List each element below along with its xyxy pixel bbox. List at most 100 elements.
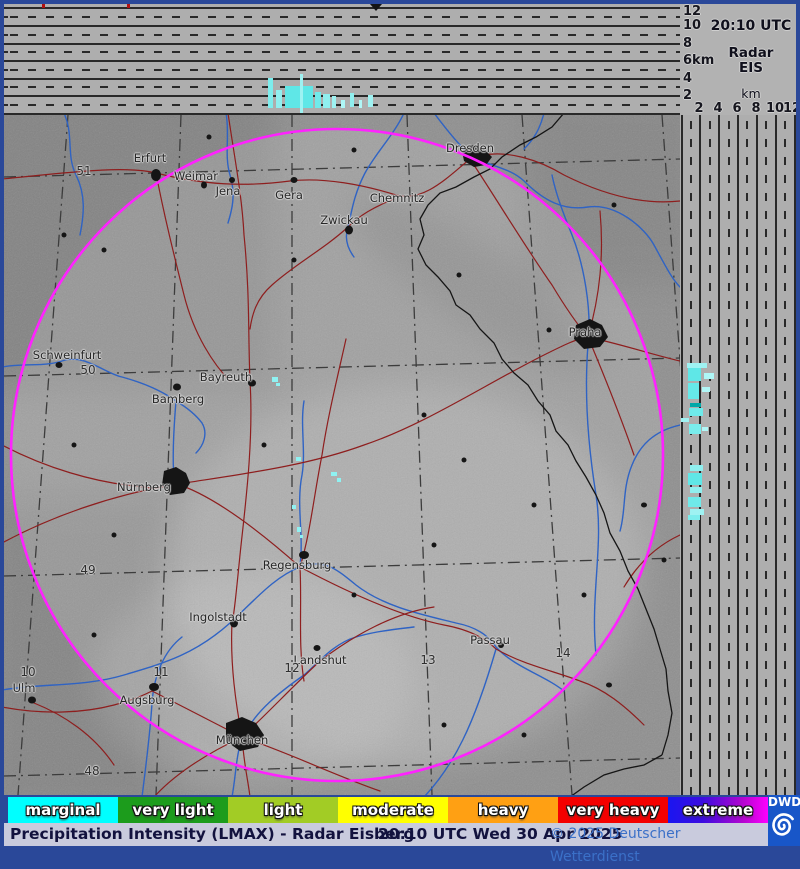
precip-echo [702, 387, 710, 392]
city-label: Bamberg [152, 392, 204, 406]
height-gridline [4, 60, 680, 62]
height-gridline-dashed [728, 115, 730, 795]
longitude-label: 14 [555, 646, 570, 660]
city-label: Erfurt [134, 151, 167, 165]
precip-echo [300, 535, 303, 538]
distance-axis-tick: 6 [732, 101, 741, 115]
height-gridline [756, 115, 758, 795]
longitude-label: 11 [153, 665, 168, 679]
distance-axis-tick: 2 [694, 101, 703, 115]
precip-echo [323, 94, 330, 108]
city-label: Gera [275, 188, 303, 202]
height-gridline-dashed [4, 69, 680, 71]
city-label: Landshut [293, 653, 346, 667]
height-gridline [4, 43, 680, 45]
city-label: Zwickau [320, 213, 368, 227]
city-label: Praha [569, 325, 602, 339]
precip-echo [285, 86, 313, 108]
legend-label: extreme [683, 801, 753, 819]
distance-axis-tick: 12 [783, 101, 796, 115]
radar-display-window: 12 10 8 6km 4 2 20:10 UTC Radar EIS km 2… [0, 0, 800, 850]
legend-label: light [264, 801, 303, 819]
precip-echo [681, 418, 689, 422]
distance-axis-tick: 10 [766, 101, 784, 115]
precip-echo [268, 78, 273, 108]
latitude-label: 50 [80, 363, 95, 377]
height-gridline [737, 115, 739, 795]
legend-label: moderate [352, 801, 434, 819]
precip-echo [332, 96, 336, 108]
legend-item-extreme: extreme [668, 797, 768, 823]
legend-item-very-light: very light [118, 797, 228, 823]
city-label: Dresden [446, 141, 494, 155]
precip-echo [292, 505, 296, 509]
precip-echo [341, 100, 345, 108]
info-box: 12 10 8 6km 4 2 20:10 UTC Radar EIS km 2… [680, 4, 796, 115]
precip-echo [300, 74, 303, 113]
precip-echo [690, 403, 701, 407]
legend-item-moderate: moderate [338, 797, 448, 823]
legend-item-light: light [228, 797, 338, 823]
height-gridline [699, 115, 701, 795]
dwd-logo: DWD [768, 795, 800, 846]
height-gridline-dashed [746, 115, 748, 795]
precip-echo [350, 93, 354, 107]
precip-echo [337, 478, 341, 482]
city-label: Chemnitz [370, 191, 425, 205]
axis-unit-label: km [708, 86, 794, 101]
road-edge-tick [42, 4, 45, 8]
radar-position-marker [370, 4, 382, 11]
city-label: Regensburg [263, 558, 332, 572]
latitude-label: 49 [80, 563, 95, 577]
precip-echo [272, 377, 278, 382]
height-gridline-dashed [690, 115, 692, 795]
precip-echo [297, 527, 301, 532]
legend-label: very heavy [567, 801, 660, 819]
legend-label: marginal [26, 801, 101, 819]
legend-item-heavy: heavy [448, 797, 558, 823]
status-bar: Precipitation Intensity (LMAX) - Radar E… [4, 823, 768, 846]
distance-axis-tick: 4 [713, 101, 722, 115]
longitude-label: 12 [284, 661, 299, 675]
city-label: Jena [216, 184, 241, 198]
radar-name-line1: Radar [708, 45, 794, 61]
road-edge-tick [127, 4, 130, 8]
city-label: München [216, 733, 268, 747]
precip-echo [359, 100, 362, 108]
precip-echo [688, 368, 701, 381]
city-label: Passau [470, 633, 510, 647]
height-gridline [4, 25, 680, 27]
height-gridline [718, 115, 720, 795]
precip-echo [688, 515, 700, 520]
radar-name-line2: EIS [708, 60, 794, 76]
timestamp-utc: 20:10 UTC [708, 18, 794, 34]
height-gridline [4, 7, 680, 9]
height-gridline [4, 78, 680, 80]
city-label: Bayreuth [200, 370, 252, 384]
latitude-label: 48 [84, 764, 99, 778]
precip-echo [688, 383, 699, 399]
precip-echo [689, 424, 701, 434]
height-gridline-dashed [709, 115, 711, 795]
vertical-profile-right-panel [680, 115, 796, 795]
height-gridline [681, 115, 683, 795]
vertical-profile-top-panel [4, 4, 680, 115]
city-label: Augsburg [120, 693, 175, 707]
precip-echo [276, 383, 280, 386]
height-gridline-dashed [4, 86, 680, 88]
map-area: Erfurt Weimar Jena Gera Chemnitz Zwickau… [4, 115, 680, 795]
latitude-label: 51 [76, 164, 91, 178]
precip-echo [296, 457, 301, 461]
precip-echo [690, 487, 702, 493]
precip-echo [690, 465, 703, 471]
height-gridline [4, 95, 680, 97]
legend-item-marginal: marginal [8, 797, 118, 823]
city-label: Schweinfurt [33, 348, 101, 362]
precip-echo [331, 472, 337, 476]
precip-echo [315, 92, 321, 108]
height-gridline-dashed [784, 115, 786, 795]
precip-echo [704, 373, 714, 379]
precip-echo [368, 95, 373, 107]
height-gridline-dashed [4, 51, 680, 53]
precip-echo [688, 497, 701, 507]
